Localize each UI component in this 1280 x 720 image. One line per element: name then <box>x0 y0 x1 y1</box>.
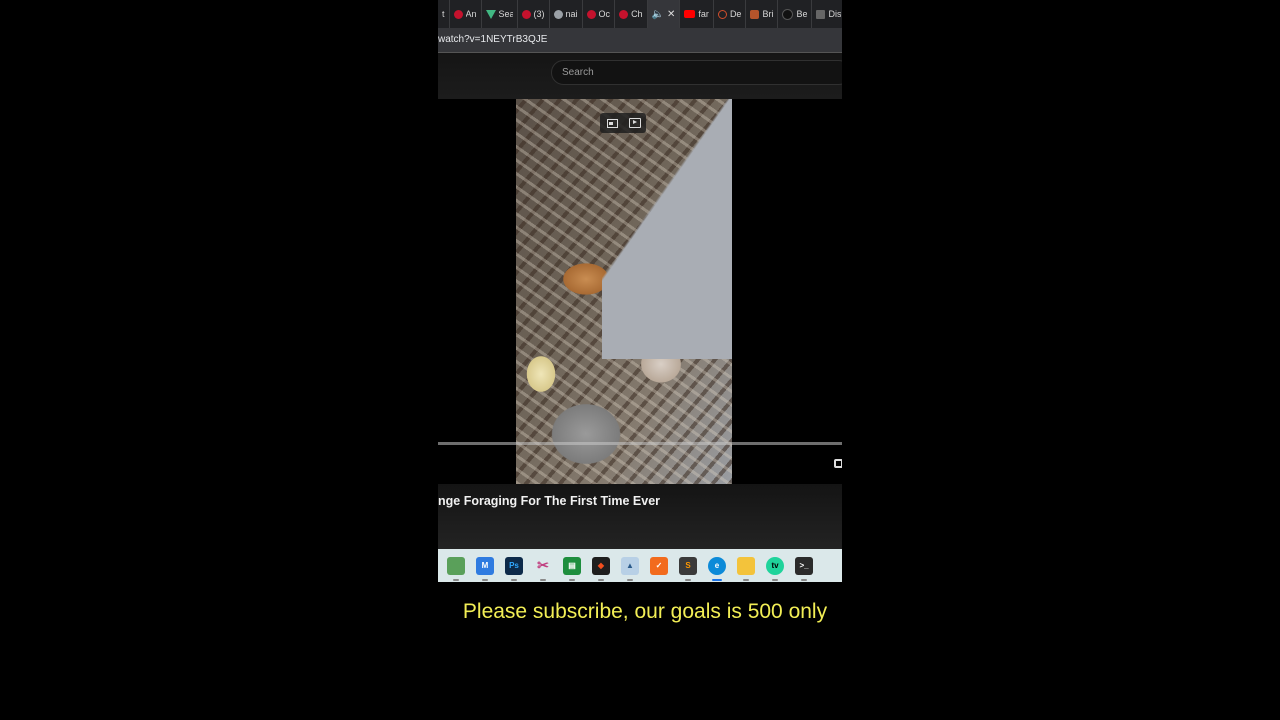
speaker-icon[interactable]: 🔈 <box>652 9 664 20</box>
video-title[interactable]: nge Foraging For The First Time Ever <box>438 494 660 508</box>
vue-icon <box>485 9 496 19</box>
search-input[interactable]: Search <box>551 60 842 85</box>
tab-label: far <box>698 9 709 19</box>
sheets-icon[interactable]: ▤ <box>563 556 581 581</box>
edge-icon[interactable]: e <box>708 556 726 581</box>
address-bar[interactable]: watch?v=1NEYTrB3QJE <box>438 28 842 53</box>
youtube-icon <box>619 9 629 19</box>
tab-label: Dis <box>828 9 842 19</box>
tab[interactable]: t <box>438 0 450 28</box>
explorer-icon[interactable] <box>737 556 755 581</box>
tab-label: De <box>729 9 742 19</box>
tab[interactable]: An <box>450 0 482 28</box>
video-wall-region <box>602 99 732 359</box>
url-text[interactable]: watch?v=1NEYTrB3QJE <box>438 34 547 45</box>
tab[interactable]: far <box>680 0 714 28</box>
chrome-icon <box>553 9 563 19</box>
tab-label: nai <box>565 9 578 19</box>
tab-strip: t An Sea (3) nai Oc Ch 🔈 ✕ far De Bri Be … <box>438 0 842 28</box>
sublime-icon[interactable]: S <box>679 556 697 581</box>
youtube-icon <box>586 9 596 19</box>
tab-label: Bri <box>762 9 774 19</box>
back-to-tab-icon[interactable] <box>606 118 618 128</box>
tab[interactable]: (3) <box>518 0 550 28</box>
monitor-icon[interactable]: M <box>476 556 494 581</box>
photos-icon[interactable]: ▲ <box>621 556 639 581</box>
video-player[interactable] <box>438 99 842 484</box>
square-icon <box>816 9 826 19</box>
tab-label: Sea <box>498 9 513 19</box>
subtitle-caption: Please subscribe, our goals is 500 only <box>462 600 828 623</box>
tab-label: Ch <box>631 9 643 19</box>
tab[interactable]: Be <box>778 0 813 28</box>
maps-icon[interactable] <box>447 556 465 581</box>
ring-icon <box>717 9 727 19</box>
tab-active[interactable]: 🔈 ✕ <box>647 0 681 28</box>
tv-icon[interactable]: tv <box>766 556 784 581</box>
progress-bar[interactable] <box>438 442 842 445</box>
fullscreen-icon[interactable] <box>834 459 842 468</box>
pip-controls <box>600 113 646 133</box>
youtube-icon <box>521 9 531 19</box>
tab[interactable]: nai <box>550 0 583 28</box>
video-frame-chicks[interactable] <box>516 99 732 484</box>
search-placeholder: Search <box>562 67 594 78</box>
figma-icon[interactable]: ◆ <box>592 556 610 581</box>
tab[interactable]: Sea <box>482 0 518 28</box>
brick-icon <box>750 9 760 19</box>
todo-icon[interactable]: ✓ <box>650 556 668 575</box>
tab-label: Be <box>796 9 808 19</box>
youtube-icon <box>453 9 463 19</box>
tab-label: An <box>465 9 477 19</box>
tab-label: Oc <box>598 9 611 19</box>
snip-icon[interactable]: ✂ <box>534 557 552 581</box>
tab-label: t <box>442 9 445 19</box>
tab[interactable]: De <box>714 0 747 28</box>
close-icon[interactable]: ✕ <box>667 9 675 20</box>
photoshop-icon[interactable]: Ps <box>505 556 523 581</box>
video-info: nge Foraging For The First Time Ever <box>438 484 842 549</box>
tab[interactable]: Ch <box>615 0 648 28</box>
dark-icon <box>782 8 794 20</box>
terminal-icon[interactable]: >_ <box>795 556 813 581</box>
tab[interactable]: Dis <box>812 0 842 28</box>
screen-recording-frame: t An Sea (3) nai Oc Ch 🔈 ✕ far De Bri Be … <box>438 0 842 582</box>
tab[interactable]: Oc <box>583 0 616 28</box>
tab[interactable]: Bri <box>746 0 779 28</box>
youtube-header: Search <box>438 53 842 99</box>
picture-in-picture-icon[interactable] <box>628 118 641 128</box>
tab-label: (3) <box>533 9 545 19</box>
youtube-icon <box>684 10 696 18</box>
taskbar: M Ps ✂ ▤ ◆ ▲ ✓ S e tv >_ <box>438 549 842 582</box>
